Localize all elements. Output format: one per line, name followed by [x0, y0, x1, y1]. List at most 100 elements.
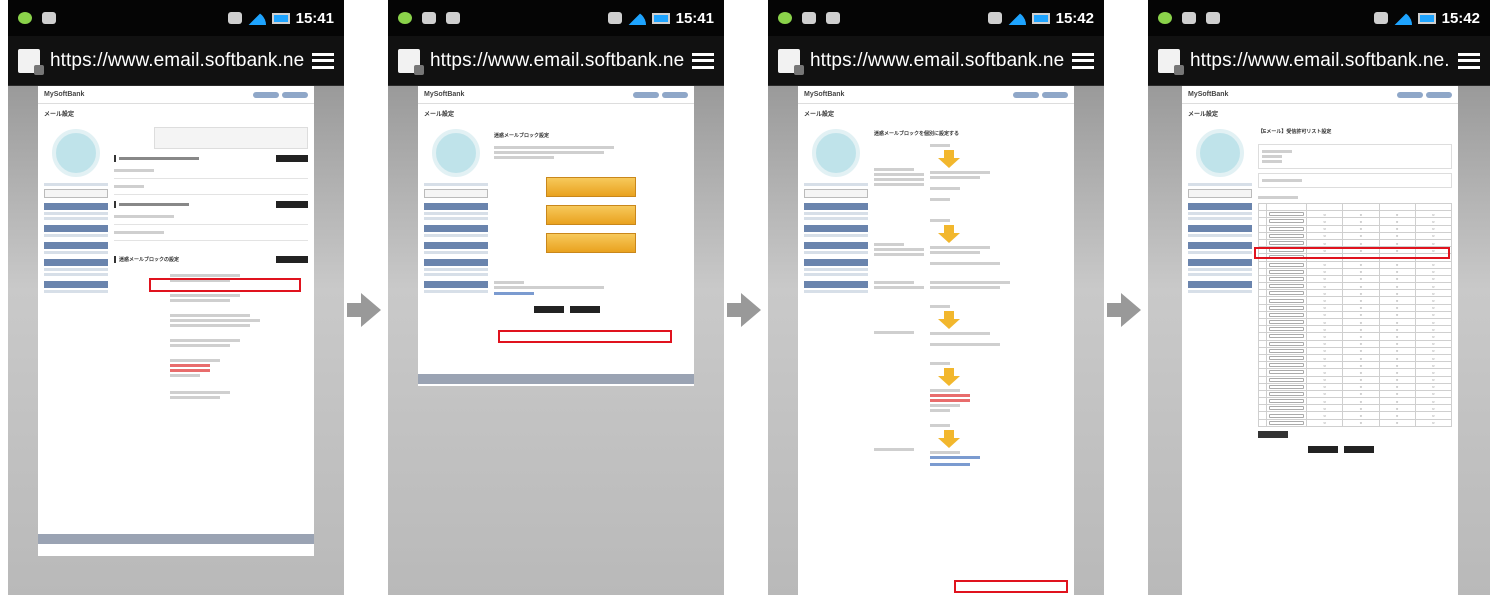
address-input[interactable] — [1266, 289, 1307, 298]
next-button[interactable] — [570, 306, 600, 313]
address-input[interactable] — [1266, 202, 1307, 212]
match-radio[interactable]: ○ — [1342, 231, 1380, 240]
address-input[interactable] — [1266, 389, 1307, 399]
webpage-viewport[interactable]: MySoftBank メール設定 迷惑メールブロックを個別に設定する — [768, 86, 1104, 595]
match-radio[interactable]: ○ — [1342, 375, 1380, 384]
bulk-block-button[interactable] — [546, 177, 636, 197]
match-radio[interactable]: ○ — [1414, 231, 1453, 240]
match-radio[interactable]: ○ — [1414, 210, 1453, 219]
match-radio[interactable]: ○ — [1342, 317, 1380, 327]
match-radio[interactable]: ○ — [1414, 317, 1453, 327]
match-radio[interactable]: ○ — [1378, 339, 1416, 348]
logout-button[interactable] — [1042, 91, 1068, 98]
address-input[interactable] — [1266, 231, 1307, 240]
match-radio[interactable]: ○ — [1342, 210, 1380, 219]
match-radio[interactable]: ○ — [1342, 282, 1380, 291]
match-radio[interactable]: ○ — [1342, 310, 1380, 320]
match-radio[interactable]: ○ — [1414, 303, 1453, 312]
match-radio[interactable]: ○ — [1378, 217, 1416, 226]
match-radio[interactable]: ○ — [1305, 411, 1344, 420]
match-radio[interactable]: ○ — [1378, 260, 1416, 269]
match-radio[interactable]: ○ — [1342, 267, 1380, 276]
match-radio[interactable]: ○ — [1342, 418, 1380, 427]
match-radio[interactable]: ○ — [1305, 353, 1344, 363]
match-radio[interactable]: ○ — [1378, 224, 1416, 233]
browser-menu-icon[interactable] — [1458, 52, 1480, 69]
address-input[interactable] — [1266, 317, 1307, 327]
match-radio[interactable]: ○ — [1414, 368, 1453, 377]
match-radio[interactable]: ○ — [1414, 267, 1453, 276]
match-radio[interactable]: ○ — [1378, 289, 1416, 298]
address-input[interactable] — [1266, 282, 1307, 291]
match-radio[interactable]: ○ — [1414, 339, 1453, 348]
address-input[interactable] — [1266, 411, 1307, 420]
match-radio[interactable]: ○ — [1342, 397, 1380, 406]
match-radio[interactable]: ○ — [1305, 325, 1344, 334]
match-radio[interactable]: ○ — [1305, 317, 1344, 327]
address-input[interactable] — [1266, 210, 1307, 219]
browser-url-bar[interactable]: https://www.email.softbank.ne. — [8, 36, 344, 86]
match-radio[interactable]: ○ — [1378, 397, 1416, 406]
webpage-viewport[interactable]: MySoftBank メール設定 迷惑メールブロックの設定 — [8, 86, 344, 595]
match-radio[interactable]: ○ — [1378, 332, 1416, 341]
address-input[interactable] — [1266, 296, 1307, 305]
match-radio[interactable]: ○ — [1414, 411, 1453, 420]
browser-url-bar[interactable]: https://www.email.softbank.ne. — [768, 36, 1104, 86]
address-input[interactable] — [1266, 375, 1307, 384]
match-radio[interactable]: ○ — [1342, 346, 1380, 355]
match-radio[interactable]: ○ — [1305, 289, 1344, 298]
header-button[interactable] — [1013, 91, 1039, 98]
match-radio[interactable]: ○ — [1305, 418, 1344, 427]
address-input[interactable] — [1266, 332, 1307, 341]
match-radio[interactable]: ○ — [1414, 404, 1453, 413]
address-input[interactable] — [1266, 339, 1307, 348]
match-radio[interactable]: ○ — [1342, 224, 1380, 233]
match-radio[interactable]: ○ — [1414, 346, 1453, 355]
match-radio[interactable]: ○ — [1378, 375, 1416, 384]
change-button[interactable] — [276, 201, 308, 208]
back-button[interactable] — [534, 306, 564, 313]
clear-button[interactable] — [1258, 430, 1288, 438]
side-button[interactable] — [424, 189, 488, 198]
match-radio[interactable]: ○ — [1342, 411, 1380, 420]
match-radio[interactable]: ○ — [1305, 375, 1344, 384]
address-input[interactable] — [1266, 267, 1307, 276]
match-radio[interactable]: ○ — [1305, 361, 1344, 370]
address-input[interactable] — [1266, 361, 1307, 370]
match-radio[interactable]: ○ — [1305, 346, 1344, 355]
match-radio[interactable]: ○ — [1414, 397, 1453, 406]
match-radio[interactable]: ○ — [1305, 332, 1344, 341]
side-button[interactable] — [804, 189, 868, 198]
match-radio[interactable]: ○ — [1342, 361, 1380, 370]
match-radio[interactable]: ○ — [1342, 238, 1380, 248]
address-input[interactable] — [1266, 346, 1307, 355]
match-radio[interactable]: ○ — [1305, 296, 1344, 305]
match-radio[interactable]: ○ — [1378, 274, 1416, 284]
match-radio[interactable]: ○ — [1305, 224, 1344, 233]
match-radio[interactable]: ○ — [1305, 389, 1344, 399]
match-radio[interactable]: ○ — [1342, 289, 1380, 298]
match-radio[interactable]: ○ — [1342, 260, 1380, 269]
match-radio[interactable]: ○ — [1378, 303, 1416, 312]
address-input[interactable] — [1266, 303, 1307, 312]
match-radio[interactable]: ○ — [1414, 310, 1453, 320]
match-radio[interactable]: ○ — [1305, 267, 1344, 276]
match-radio[interactable]: ○ — [1342, 382, 1380, 391]
match-radio[interactable]: ○ — [1378, 353, 1416, 363]
match-radio[interactable]: ○ — [1414, 375, 1453, 384]
match-radio[interactable]: ○ — [1342, 339, 1380, 348]
logout-button[interactable] — [282, 91, 308, 98]
save-button[interactable] — [1344, 445, 1374, 453]
header-button[interactable] — [253, 91, 279, 98]
match-radio[interactable]: ○ — [1378, 296, 1416, 305]
browser-menu-icon[interactable] — [692, 52, 714, 69]
block-settings-change-button[interactable] — [276, 256, 308, 263]
match-radio[interactable]: ○ — [1342, 404, 1380, 413]
browser-menu-icon[interactable] — [1072, 52, 1094, 69]
match-radio[interactable]: ○ — [1414, 289, 1453, 298]
address-input[interactable] — [1266, 238, 1307, 248]
match-radio[interactable]: ○ — [1378, 418, 1416, 427]
match-radio[interactable]: ○ — [1305, 404, 1344, 413]
address-input[interactable] — [1266, 404, 1307, 413]
match-radio[interactable]: ○ — [1342, 303, 1380, 312]
